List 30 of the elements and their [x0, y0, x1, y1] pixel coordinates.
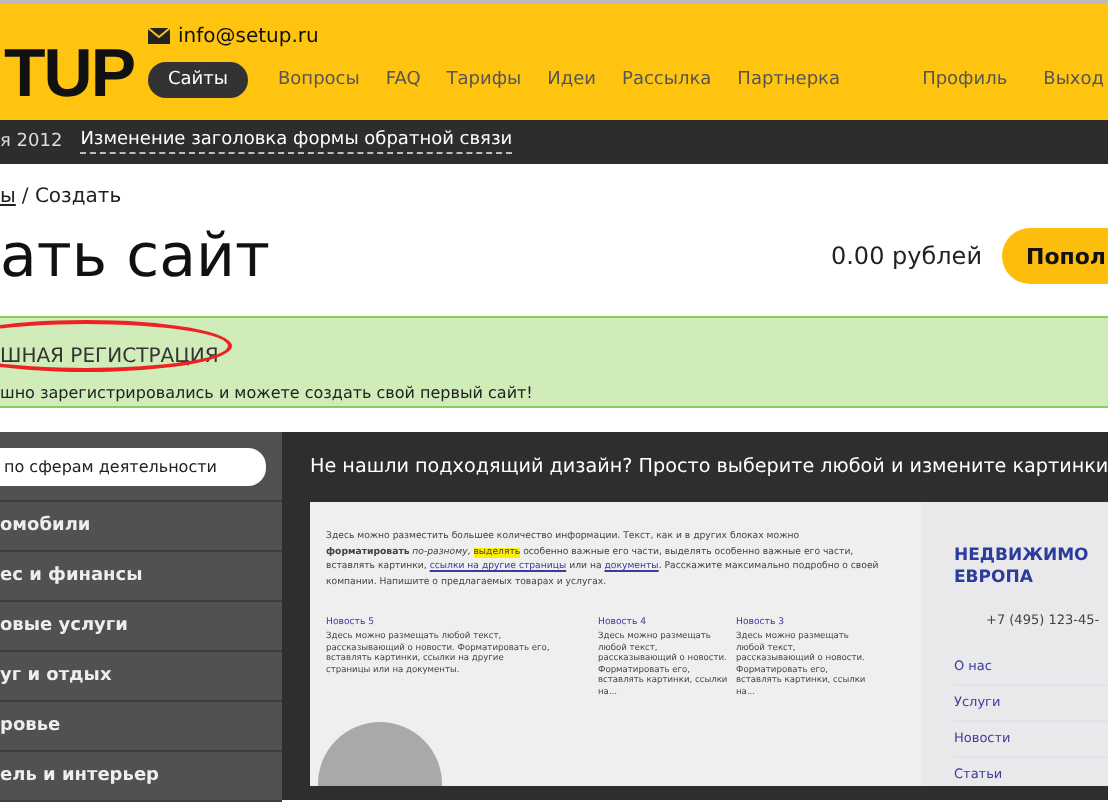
logo[interactable]: TUP: [0, 4, 148, 120]
nav-link[interactable]: Сайты: [148, 62, 248, 98]
category-item[interactable]: омобили: [0, 502, 282, 552]
page-title: ать сайт: [0, 221, 270, 291]
account-link[interactable]: Выход: [1043, 62, 1104, 98]
search-field[interactable]: по сферам деятельности: [0, 447, 266, 485]
news-link[interactable]: Изменение заголовка формы обратной связи: [80, 130, 513, 154]
top-up-button[interactable]: Попол: [1002, 228, 1108, 284]
breadcrumb-current: / Создать: [21, 186, 122, 208]
nav-link[interactable]: Рассылка: [622, 62, 712, 98]
envelope-icon: [148, 28, 170, 44]
nav-link[interactable]: Тарифы: [446, 62, 522, 98]
company-name: НЕДВИЖИМО ЕВРОПА: [954, 546, 1091, 590]
nav-link[interactable]: Вопросы: [278, 62, 360, 98]
balance-amount: 0.00 рублей: [830, 242, 982, 270]
nav-link[interactable]: Партнерка: [737, 62, 840, 98]
category-item[interactable]: уг и отдых: [0, 652, 282, 702]
account-link[interactable]: Профиль: [922, 62, 1008, 98]
notice-title: ШНАЯ РЕГИСТРАЦИЯ: [0, 346, 219, 368]
email-link[interactable]: info@setup.ru: [178, 25, 319, 47]
category-item[interactable]: ель и интерьер: [0, 752, 282, 802]
category-item[interactable]: овые услуги: [0, 602, 282, 652]
category-item[interactable]: ес и финансы: [0, 552, 282, 602]
news-date: я 2012: [0, 132, 63, 152]
breadcrumb-link[interactable]: ы: [0, 186, 16, 208]
designs-heading: Не нашли подходящий дизайн? Просто выберите любой и измените картинки: [310, 454, 1108, 482]
category-item[interactable]: ровье: [0, 702, 282, 752]
nav-link[interactable]: FAQ: [385, 62, 421, 98]
notice-text: шно зарегистрировались и можете создать свой первый сайт!: [0, 384, 535, 402]
nav-link[interactable]: Идеи: [547, 62, 597, 98]
